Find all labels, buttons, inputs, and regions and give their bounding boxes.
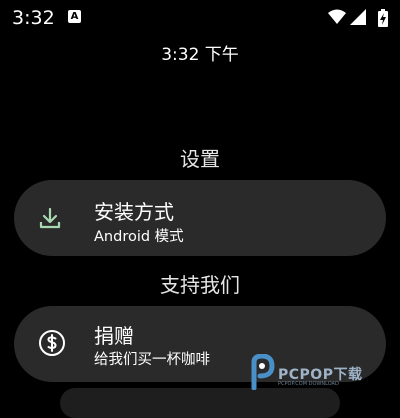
signal-icon: [350, 9, 366, 25]
next-item-partial[interactable]: [60, 388, 340, 418]
pcpop-logo-icon: [251, 354, 275, 390]
wifi-icon: [328, 9, 346, 24]
install-method-title: 安装方式: [94, 200, 174, 224]
battery-charging-icon: [378, 9, 388, 27]
status-bar: 3:32 A: [0, 0, 400, 36]
install-method-item[interactable]: 安装方式 Android 模式: [14, 180, 386, 256]
notification-icon: A: [68, 10, 81, 23]
watermark: PCPOP下载 PCPOP.COM DOWNLOAD: [248, 352, 388, 392]
watermark-tagline: PCPOP.COM DOWNLOAD: [278, 381, 339, 387]
status-icons: [328, 9, 392, 27]
section-title-settings: 设置: [180, 147, 220, 171]
donate-title: 捐赠: [94, 324, 134, 348]
donate-subtitle: 给我们买一杯咖啡: [94, 352, 210, 368]
status-time: 3:32: [12, 7, 55, 29]
section-title-support: 支持我们: [160, 273, 240, 297]
clock-header: 3:32 下午: [161, 45, 239, 65]
dollar-coin-icon: [39, 330, 65, 356]
download-icon: [39, 207, 61, 229]
install-method-subtitle: Android 模式: [94, 229, 184, 245]
